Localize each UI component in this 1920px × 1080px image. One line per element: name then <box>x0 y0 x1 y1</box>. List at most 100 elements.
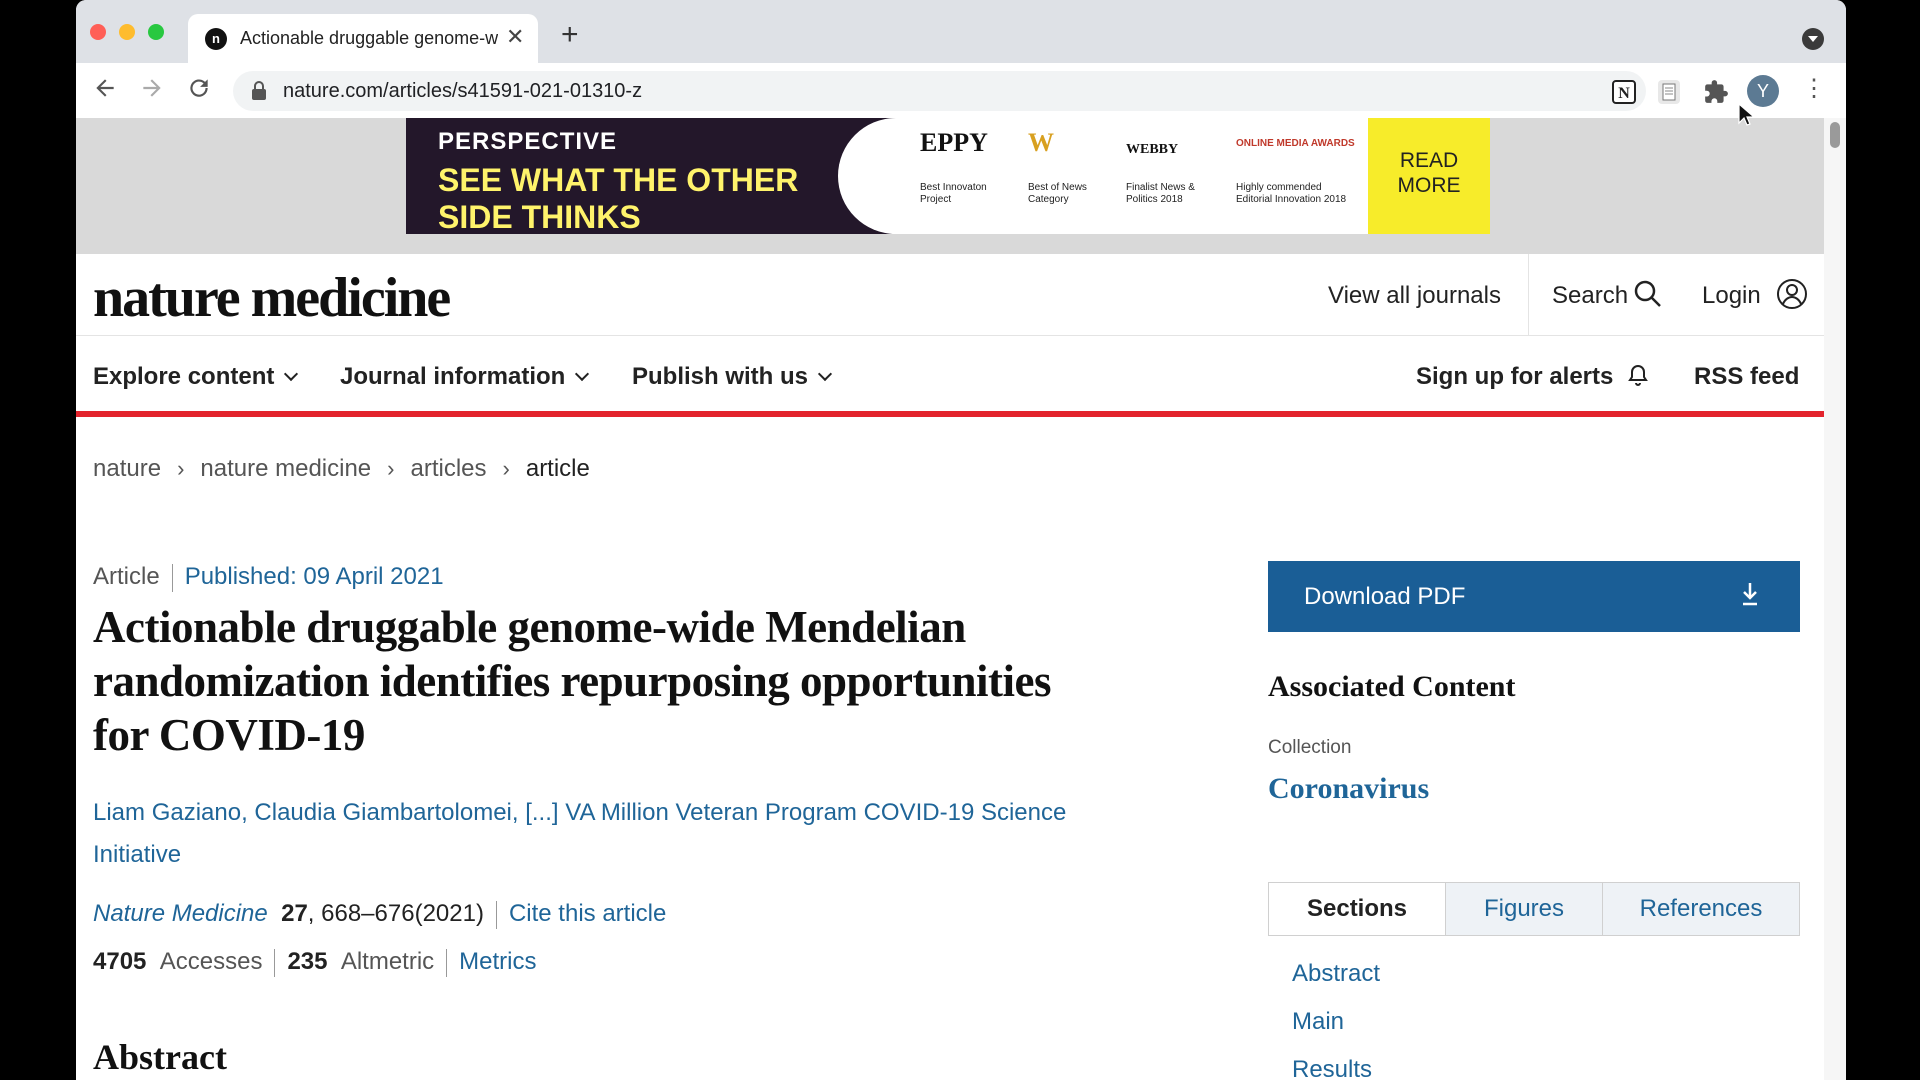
main-nav: Explore content Journal information Publ… <box>76 337 1824 417</box>
tab-title: Actionable druggable genome-wide Mendeli… <box>240 28 498 48</box>
award-logo: WEBBY <box>1126 142 1179 157</box>
address-bar[interactable]: nature.com/articles/s41591-021-01310-z ☆ <box>233 71 1646 111</box>
search-icon[interactable] <box>1632 278 1664 310</box>
download-icon <box>1743 583 1757 606</box>
site-header: nature medicine View all journals Search… <box>76 254 1824 336</box>
author-list: Liam Gaziano, Claudia Giambartolomei, [.… <box>93 799 1067 868</box>
tab-strip: n Actionable druggable genome-wide Mende… <box>76 0 1846 63</box>
ad-headline: SEE WHAT THE OTHER SIDE THINKS <box>438 162 799 234</box>
reload-button[interactable] <box>186 75 212 105</box>
rss-feed-link[interactable]: RSS feed <box>1694 363 1799 391</box>
sign-up-alerts-link[interactable]: Sign up for alerts <box>1416 363 1650 391</box>
award-w: W Best of News Category <box>1028 128 1108 206</box>
nav-explore-content[interactable]: Explore content <box>93 363 299 391</box>
divider <box>274 948 276 977</box>
award-caption: Highly commended Editorial Innovation 20… <box>1236 182 1347 205</box>
browser-menu-icon[interactable]: ⋮ <box>1802 77 1826 101</box>
browser-window: n Actionable druggable genome-wide Mende… <box>76 0 1846 1080</box>
nav-label: Sign up for alerts <box>1416 363 1614 390</box>
tab-close-icon[interactable]: ✕ <box>506 24 524 50</box>
arrow-left-icon <box>96 79 114 97</box>
award-webby: WEBBY Finalist News & Politics 2018 <box>1126 128 1216 206</box>
reader-extension-icon[interactable] <box>1656 79 1682 105</box>
breadcrumb-item[interactable]: nature <box>93 455 161 483</box>
lock-icon <box>252 81 266 100</box>
notion-extension-icon[interactable]: N <box>1611 79 1637 105</box>
tab-references[interactable]: References <box>1603 883 1799 935</box>
expand-authors-button[interactable]: [...] <box>525 799 558 826</box>
new-tab-button[interactable]: + <box>561 20 579 50</box>
nature-medicine-logo[interactable]: nature medicine <box>93 266 451 330</box>
award-caption: Best Innovaton Project <box>920 182 987 205</box>
forward-button[interactable] <box>139 75 165 105</box>
chevron-right-icon: › <box>387 456 395 481</box>
chevron-down-icon <box>284 366 299 382</box>
tab-search-button[interactable] <box>1802 28 1824 50</box>
breadcrumb-current: article <box>525 455 590 482</box>
breadcrumb-item[interactable]: nature medicine <box>200 455 371 483</box>
url-text: nature.com/articles/s41591-021-01310-z <box>283 80 643 102</box>
abstract-heading: Abstract <box>93 1037 227 1077</box>
scrollbar-track[interactable] <box>1824 118 1846 1080</box>
back-button[interactable] <box>92 75 118 105</box>
ad-awards-panel: EPPY Best Innovaton Project W Best of Ne… <box>838 118 1368 234</box>
close-window-button[interactable] <box>90 24 106 40</box>
nav-label: Journal information <box>340 363 566 390</box>
article-type: Article <box>93 563 160 590</box>
cite-this-article-link[interactable]: Cite this article <box>509 900 666 927</box>
award-caption: Finalist News & Politics 2018 <box>1126 182 1195 205</box>
award-caption: Best of News Category <box>1028 182 1087 205</box>
article-title: Actionable druggable genome-wide Mendeli… <box>93 602 1052 760</box>
metrics-link[interactable]: Metrics <box>459 948 536 975</box>
breadcrumb: nature › nature medicine › articles › article <box>93 455 590 483</box>
divider <box>171 563 173 592</box>
header-divider <box>1528 254 1529 336</box>
award-logo: W <box>1028 128 1054 157</box>
user-icon[interactable] <box>1776 278 1808 310</box>
svg-text:N: N <box>1618 85 1630 102</box>
nav-journal-information[interactable]: Journal information <box>340 363 590 391</box>
ad-banner[interactable]: PERSPECTIVE SEE WHAT THE OTHER SIDE THIN… <box>406 118 1490 234</box>
ad-read-more-button[interactable]: READ MORE <box>1368 118 1490 234</box>
divider <box>495 900 497 929</box>
scrollbar-thumb[interactable] <box>1830 122 1840 148</box>
published-date: Published: 09 April 2021 <box>184 563 444 590</box>
year: (2021) <box>414 900 484 927</box>
award-logo: ONLINE MEDIA AWARDS <box>1236 138 1355 149</box>
divider <box>446 948 448 977</box>
section-link-results[interactable]: Results <box>1292 1056 1372 1080</box>
reload-icon <box>190 79 208 97</box>
section-link-abstract[interactable]: Abstract <box>1292 960 1380 988</box>
section-link-main[interactable]: Main <box>1292 1008 1344 1036</box>
coronavirus-collection-link[interactable]: Coronavirus <box>1268 772 1429 806</box>
ad-brand: PERSPECTIVE <box>438 128 618 155</box>
collection-label: Collection <box>1268 737 1352 758</box>
search-button[interactable]: Search <box>1552 282 1628 310</box>
tab-sections[interactable]: Sections <box>1269 883 1445 935</box>
bell-icon <box>1628 364 1648 386</box>
view-all-journals-link[interactable]: View all journals <box>1328 282 1501 310</box>
extensions-puzzle-icon[interactable] <box>1703 79 1729 105</box>
author-link[interactable]: Liam Gaziano <box>93 799 241 826</box>
nav-label: Publish with us <box>632 363 809 390</box>
nature-favicon-icon: n <box>205 28 227 50</box>
award-online-media: ONLINE MEDIA AWARDS Highly commended Edi… <box>1236 128 1356 206</box>
journal-name: Nature Medicine <box>93 900 268 927</box>
browser-tab-active[interactable]: n Actionable druggable genome-wide Mende… <box>188 14 538 63</box>
volume: 27 <box>281 900 308 927</box>
author-link[interactable]: Claudia Giambartolomei <box>254 799 511 826</box>
download-label: Download PDF <box>1304 583 1466 610</box>
minimize-window-button[interactable] <box>119 24 135 40</box>
nav-publish-with-us[interactable]: Publish with us <box>632 363 833 391</box>
accesses-label: Accesses <box>159 948 263 975</box>
chevron-right-icon: › <box>502 456 510 481</box>
login-button[interactable]: Login <box>1702 282 1761 310</box>
citation-line: Nature Medicine 27, 668–676(2021) Cite th… <box>93 900 666 929</box>
chevron-down-icon <box>575 366 590 382</box>
tab-figures[interactable]: Figures <box>1446 883 1602 935</box>
download-pdf-button[interactable]: Download PDF <box>1268 561 1800 632</box>
altmetric-label: Altmetric <box>340 948 435 975</box>
maximize-window-button[interactable] <box>148 24 164 40</box>
chevron-down-icon <box>817 366 833 382</box>
breadcrumb-item[interactable]: articles <box>410 455 486 483</box>
